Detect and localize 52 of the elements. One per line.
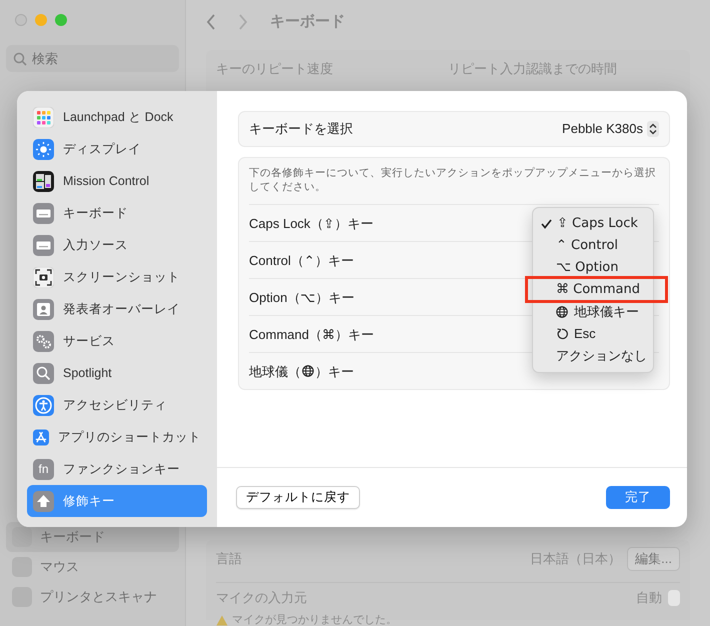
setting-label: マイクの入力元: [216, 588, 307, 607]
menu-item[interactable]: ⌃ Control: [533, 235, 653, 257]
sidebar-item[interactable]: 入力ソース: [27, 229, 207, 261]
modifier-key-label: Command（⌘）キー: [249, 326, 374, 344]
setting-label: 言語: [216, 550, 242, 568]
window-title: キーボード: [270, 13, 345, 31]
done-button[interactable]: 完了: [606, 486, 670, 509]
sidebar-item[interactable]: 発表者オーバーレイ: [27, 293, 207, 325]
sidebar-item[interactable]: キーボード: [27, 197, 207, 229]
menu-item[interactable]: 地球儀キー: [533, 301, 653, 323]
sidebar-item[interactable]: Spotlight: [27, 357, 207, 389]
forward-icon: [238, 14, 248, 30]
minimize-button[interactable]: [35, 14, 47, 26]
menu-item[interactable]: Esc: [533, 323, 653, 345]
modifier-key-label: Caps Lock（⇪）キー: [249, 214, 374, 233]
close-button[interactable]: [15, 14, 27, 26]
sidebar-item[interactable]: ディスプレイ: [27, 133, 207, 165]
back-icon: [206, 14, 216, 30]
sidebar-item[interactable]: アクセシビリティ: [27, 389, 207, 421]
sidebar-item-icon: [12, 527, 32, 547]
modifier-key-label: ）キー: [315, 362, 354, 381]
keyboard-popup[interactable]: Pebble K380s: [562, 119, 659, 139]
zoom-button[interactable]: [55, 14, 67, 26]
stepper-icon: [668, 590, 680, 606]
globe-icon: [556, 306, 568, 318]
setting-value: 日本語（日本）: [530, 550, 622, 568]
fn-key-icon: fn: [33, 458, 54, 480]
sidebar-item[interactable]: アプリのショートカット: [27, 421, 207, 453]
setting-value: 自動: [636, 588, 662, 607]
menu-item[interactable]: ⇪ Caps Lock: [533, 213, 653, 235]
setting-label: キーボードを選択: [249, 120, 353, 138]
sidebar-item[interactable]: サービス: [27, 325, 207, 357]
menu-item[interactable]: アクションなし: [533, 345, 653, 367]
globe-icon: [302, 365, 314, 378]
reset-button[interactable]: デフォルトに戻す: [236, 486, 360, 509]
description-text: 下の各修飾キーについて、実行したいアクションをポップアップメニューから選択してください。: [248, 166, 657, 195]
setting-label: キーのリピート速度: [216, 61, 333, 76]
stepper-icon: [647, 121, 659, 137]
checkmark-icon: [541, 219, 552, 229]
warning-icon: [216, 614, 228, 626]
search-field[interactable]: 検索: [6, 45, 179, 72]
sidebar-item[interactable]: Launchpad と Dock: [27, 101, 207, 133]
warning-text: マイクが見つかりませんでした。: [232, 613, 397, 626]
modifier-key-label: 地球儀（: [249, 362, 301, 381]
modifier-key-label: Control（⌃）キー: [249, 252, 354, 270]
setting-label: リピート入力認識までの時間: [448, 61, 617, 76]
sidebar-item[interactable]: スクリーンショット: [27, 261, 207, 293]
sidebar-item[interactable]: fn ファンクションキー: [27, 453, 207, 485]
modifier-key-label: Option（⌥）キー: [249, 288, 354, 307]
menu-item[interactable]: ⌥ Option: [533, 257, 653, 279]
restart-icon: [556, 328, 568, 340]
sidebar-item[interactable]: Mission Control: [27, 165, 207, 197]
